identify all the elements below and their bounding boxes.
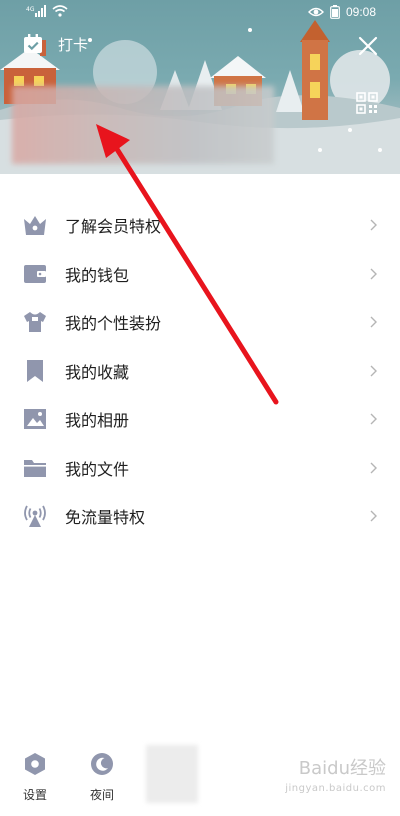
night-mode-button[interactable]: 夜间 — [82, 752, 122, 803]
status-bar: 4G 09:08 — [0, 0, 400, 26]
baidu-watermark: Baidu经验 jingyan.baidu.com — [285, 760, 386, 794]
settings-button[interactable]: 设置 — [15, 752, 55, 803]
image-icon — [24, 409, 46, 430]
network-label: 4G — [26, 6, 35, 13]
settings-label: 设置 — [22, 788, 47, 802]
profile-info-blurred[interactable] — [12, 86, 274, 164]
status-left: 4G — [26, 5, 68, 17]
bookmark-icon — [27, 359, 43, 382]
qr-code-icon[interactable] — [356, 92, 378, 114]
settings-hexagon-icon — [25, 753, 45, 775]
menu-item-album[interactable]: 我的相册 — [0, 395, 400, 444]
basket-icon — [24, 216, 46, 236]
menu-label: 我的收藏 — [65, 362, 130, 382]
eye-icon — [307, 7, 324, 17]
wifi-icon — [52, 5, 68, 17]
blurred-bottom-item[interactable] — [146, 745, 198, 803]
close-icon[interactable] — [358, 36, 378, 56]
menu-item-personal-dressup[interactable]: 我的个性装扮 — [0, 298, 400, 347]
watermark-sub: jingyan.baidu.com — [285, 783, 386, 794]
wallet-icon — [24, 264, 46, 283]
tshirt-icon — [24, 312, 46, 333]
chevron-right-icon — [370, 462, 377, 474]
chevron-right-icon — [370, 268, 377, 280]
menu-label: 我的钱包 — [65, 265, 130, 285]
night-label: 夜间 — [89, 788, 114, 802]
status-time: 09:08 — [345, 5, 376, 19]
chevron-right-icon — [370, 413, 377, 425]
moon-icon — [91, 753, 113, 775]
checkin-button[interactable]: 打卡 — [22, 33, 88, 55]
menu-item-wallet[interactable]: 我的钱包 — [0, 250, 400, 299]
chevron-right-icon — [370, 365, 377, 377]
chevron-right-icon — [370, 316, 377, 328]
battery-icon — [330, 5, 340, 19]
profile-header: 4G 09:08 打卡 — [0, 0, 400, 174]
checkin-label: 打卡 — [58, 35, 89, 54]
menu-label: 我的相册 — [65, 411, 130, 431]
menu-label: 了解会员特权 — [65, 217, 162, 237]
menu-item-files[interactable]: 我的文件 — [0, 444, 400, 493]
chevron-right-icon — [370, 219, 377, 231]
menu-label: 免流量特权 — [65, 508, 146, 528]
menu-item-free-data[interactable]: 免流量特权 — [0, 492, 400, 541]
calendar-check-icon — [24, 34, 42, 53]
watermark-main: Baidu经验 — [298, 758, 386, 779]
status-right: 09:08 — [307, 5, 376, 19]
menu-item-vip-privileges[interactable]: 了解会员特权 — [0, 201, 400, 250]
menu-list: 了解会员特权 我的钱包 我的个性装扮 我的收藏 我的相册 我的文件 免流量特权 — [0, 201, 400, 541]
signal-icon: 4G — [26, 5, 46, 17]
chevron-right-icon — [370, 510, 377, 522]
menu-item-favorites[interactable]: 我的收藏 — [0, 347, 400, 396]
folder-icon — [24, 459, 46, 477]
menu-label: 我的文件 — [65, 459, 130, 479]
menu-label: 我的个性装扮 — [65, 314, 162, 334]
broadcast-icon — [24, 505, 46, 528]
